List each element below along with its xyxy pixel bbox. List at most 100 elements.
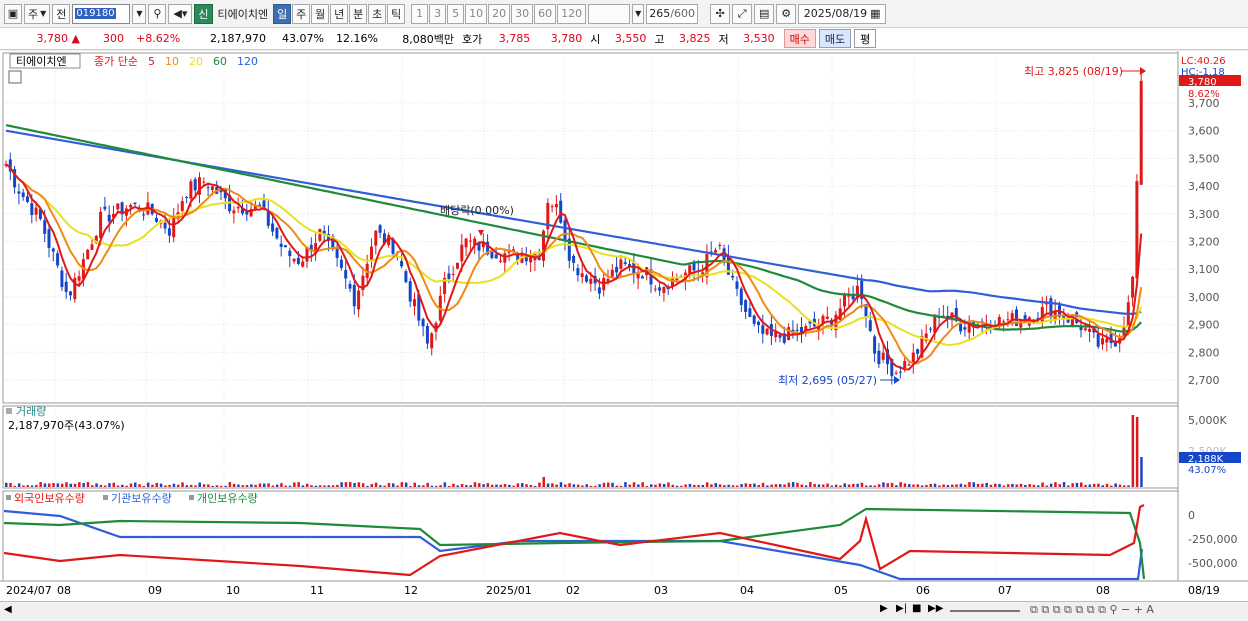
x-axis-label: 12 <box>404 584 418 597</box>
stock-name: 티에이치엔 <box>217 7 269 21</box>
volume-bar <box>594 485 597 487</box>
minute-tab-7[interactable]: 120 <box>557 3 587 24</box>
chart-tools-icon[interactable]: ✣ <box>710 3 731 24</box>
minute-tab-2[interactable]: 5 <box>447 3 465 24</box>
period-tab-5[interactable]: 초 <box>368 3 387 24</box>
candle-body <box>765 328 769 335</box>
volume-bar <box>357 482 361 487</box>
candle-body <box>550 206 554 208</box>
code-dropdown-icon[interactable]: ▼ <box>132 3 147 24</box>
volume-bar <box>78 482 81 487</box>
high-price: 3,825 <box>679 32 711 45</box>
candle-body <box>348 283 352 289</box>
period-tab-2[interactable]: 월 <box>311 3 330 24</box>
volume-bar <box>1002 485 1006 487</box>
volume-bar <box>99 484 103 487</box>
candle-body <box>292 258 296 262</box>
period-tab-3[interactable]: 년 <box>330 3 349 24</box>
volume-bar <box>779 484 782 487</box>
scroll-right-icon[interactable]: ▶ <box>880 603 888 614</box>
volume-bar <box>951 484 954 487</box>
candle-body <box>430 333 434 349</box>
layout-icon[interactable]: ▣ <box>4 3 22 24</box>
period-tab-1[interactable]: 주 <box>292 3 311 24</box>
fast-forward-icon[interactable]: ▶▶ <box>928 603 943 614</box>
candle-body <box>206 187 210 189</box>
volume-bar <box>998 484 1001 487</box>
interval-input[interactable] <box>588 3 631 24</box>
price-chart-svg[interactable]: 3,7003,6003,5003,4003,3003,2003,1003,000… <box>0 51 1248 601</box>
zoom-slider[interactable] <box>950 610 1020 612</box>
average-button[interactable]: 평 <box>854 29 877 48</box>
volume-bar <box>9 483 12 487</box>
stop-icon[interactable]: ■ <box>912 603 921 614</box>
minute-tab-5[interactable]: 30 <box>511 3 534 24</box>
low-price: 3,530 <box>743 32 775 45</box>
volume-bar <box>963 484 967 487</box>
last-rate-tag: 8.62% <box>1188 89 1220 100</box>
candle-body <box>47 229 51 248</box>
candle-body <box>468 240 472 242</box>
volume-bar <box>1049 483 1053 487</box>
volume-bar <box>478 483 481 487</box>
volume-bar <box>908 484 911 487</box>
candle-body <box>585 275 588 282</box>
crosshair-icon[interactable]: ⤢ <box>732 3 753 24</box>
speaker-icon[interactable]: ◀▾ <box>168 3 193 24</box>
volume-bar <box>770 484 773 487</box>
volume-bar <box>813 484 816 487</box>
candle-body <box>714 250 717 253</box>
volume-bar <box>258 483 262 487</box>
volume-bar <box>529 484 533 487</box>
type-select[interactable]: 주 ▼ <box>24 3 51 24</box>
minute-tab-1[interactable]: 3 <box>429 3 447 24</box>
sell-button[interactable]: 매도 <box>818 29 852 48</box>
stock-code-input[interactable]: 019180 <box>72 3 131 24</box>
volume-bar <box>168 484 171 487</box>
volume-bar <box>318 485 322 487</box>
candle-body <box>103 206 107 210</box>
count-field[interactable]: 265/600 <box>646 3 699 24</box>
volume-bar <box>551 483 554 487</box>
volume-bar <box>968 482 971 487</box>
volume-bar <box>181 482 184 487</box>
minute-tabs: 1 3 5 10 20 30 60 120 <box>411 3 587 24</box>
scroll-left-icon[interactable]: ◀ <box>4 604 12 615</box>
minute-tab-6[interactable]: 60 <box>534 3 557 24</box>
minute-tab-0[interactable]: 1 <box>411 3 429 24</box>
chart-area[interactable]: 3,700 3,600 3,500 3,400 3,300 3,200 3,100 3,000… <box>0 51 1248 601</box>
volume-bar <box>822 484 825 487</box>
period-tab-6[interactable]: 틱 <box>387 3 406 24</box>
play-back-icon[interactable]: ▶| <box>896 603 907 614</box>
candle-body <box>34 207 38 215</box>
volume-bar <box>727 484 730 487</box>
period-tab-4[interactable]: 분 <box>349 3 368 24</box>
volume-bar <box>1024 484 1027 487</box>
period-tab-0[interactable]: 일 <box>273 3 292 24</box>
minute-tab-4[interactable]: 20 <box>488 3 511 24</box>
count-value: 265 <box>649 7 671 20</box>
horizontal-scrollbar[interactable]: ◀ ▶ ▶| ■ ▶▶ ⧉ ⧉ ⧉ ⧉ ⧉ ⧉ ⧉ ⚲ − + A <box>0 601 1248 621</box>
x-axis-label: 08 <box>1096 584 1110 597</box>
candle-body <box>339 259 343 268</box>
volume-bar <box>576 484 580 487</box>
volume-bar <box>361 483 365 487</box>
volume-bar <box>1071 483 1074 487</box>
volume-bar <box>555 484 558 487</box>
gear-icon[interactable]: ⚙ <box>776 3 797 24</box>
candle-body <box>451 273 455 275</box>
interval-dropdown-icon[interactable]: ▼ <box>632 3 645 24</box>
volume-bar <box>1105 483 1109 487</box>
candle-body <box>572 255 576 263</box>
save-icon[interactable]: ▤ <box>754 3 775 24</box>
ma-period-5: 5 <box>148 55 155 68</box>
prev-button[interactable]: 전 <box>52 3 71 24</box>
minute-tab-3[interactable]: 10 <box>465 3 488 24</box>
volume-bar <box>637 484 640 487</box>
high-label: 고 <box>654 32 665 46</box>
buy-button[interactable]: 매수 <box>783 29 816 48</box>
search-icon[interactable]: ⚲ <box>148 3 167 24</box>
date-field[interactable]: 2025/08/19 ▦ <box>798 3 887 24</box>
candle-body <box>589 278 593 284</box>
toolbar-icons-bottom[interactable]: ⧉ ⧉ ⧉ ⧉ ⧉ ⧉ ⧉ ⚲ − + A <box>1030 603 1154 617</box>
